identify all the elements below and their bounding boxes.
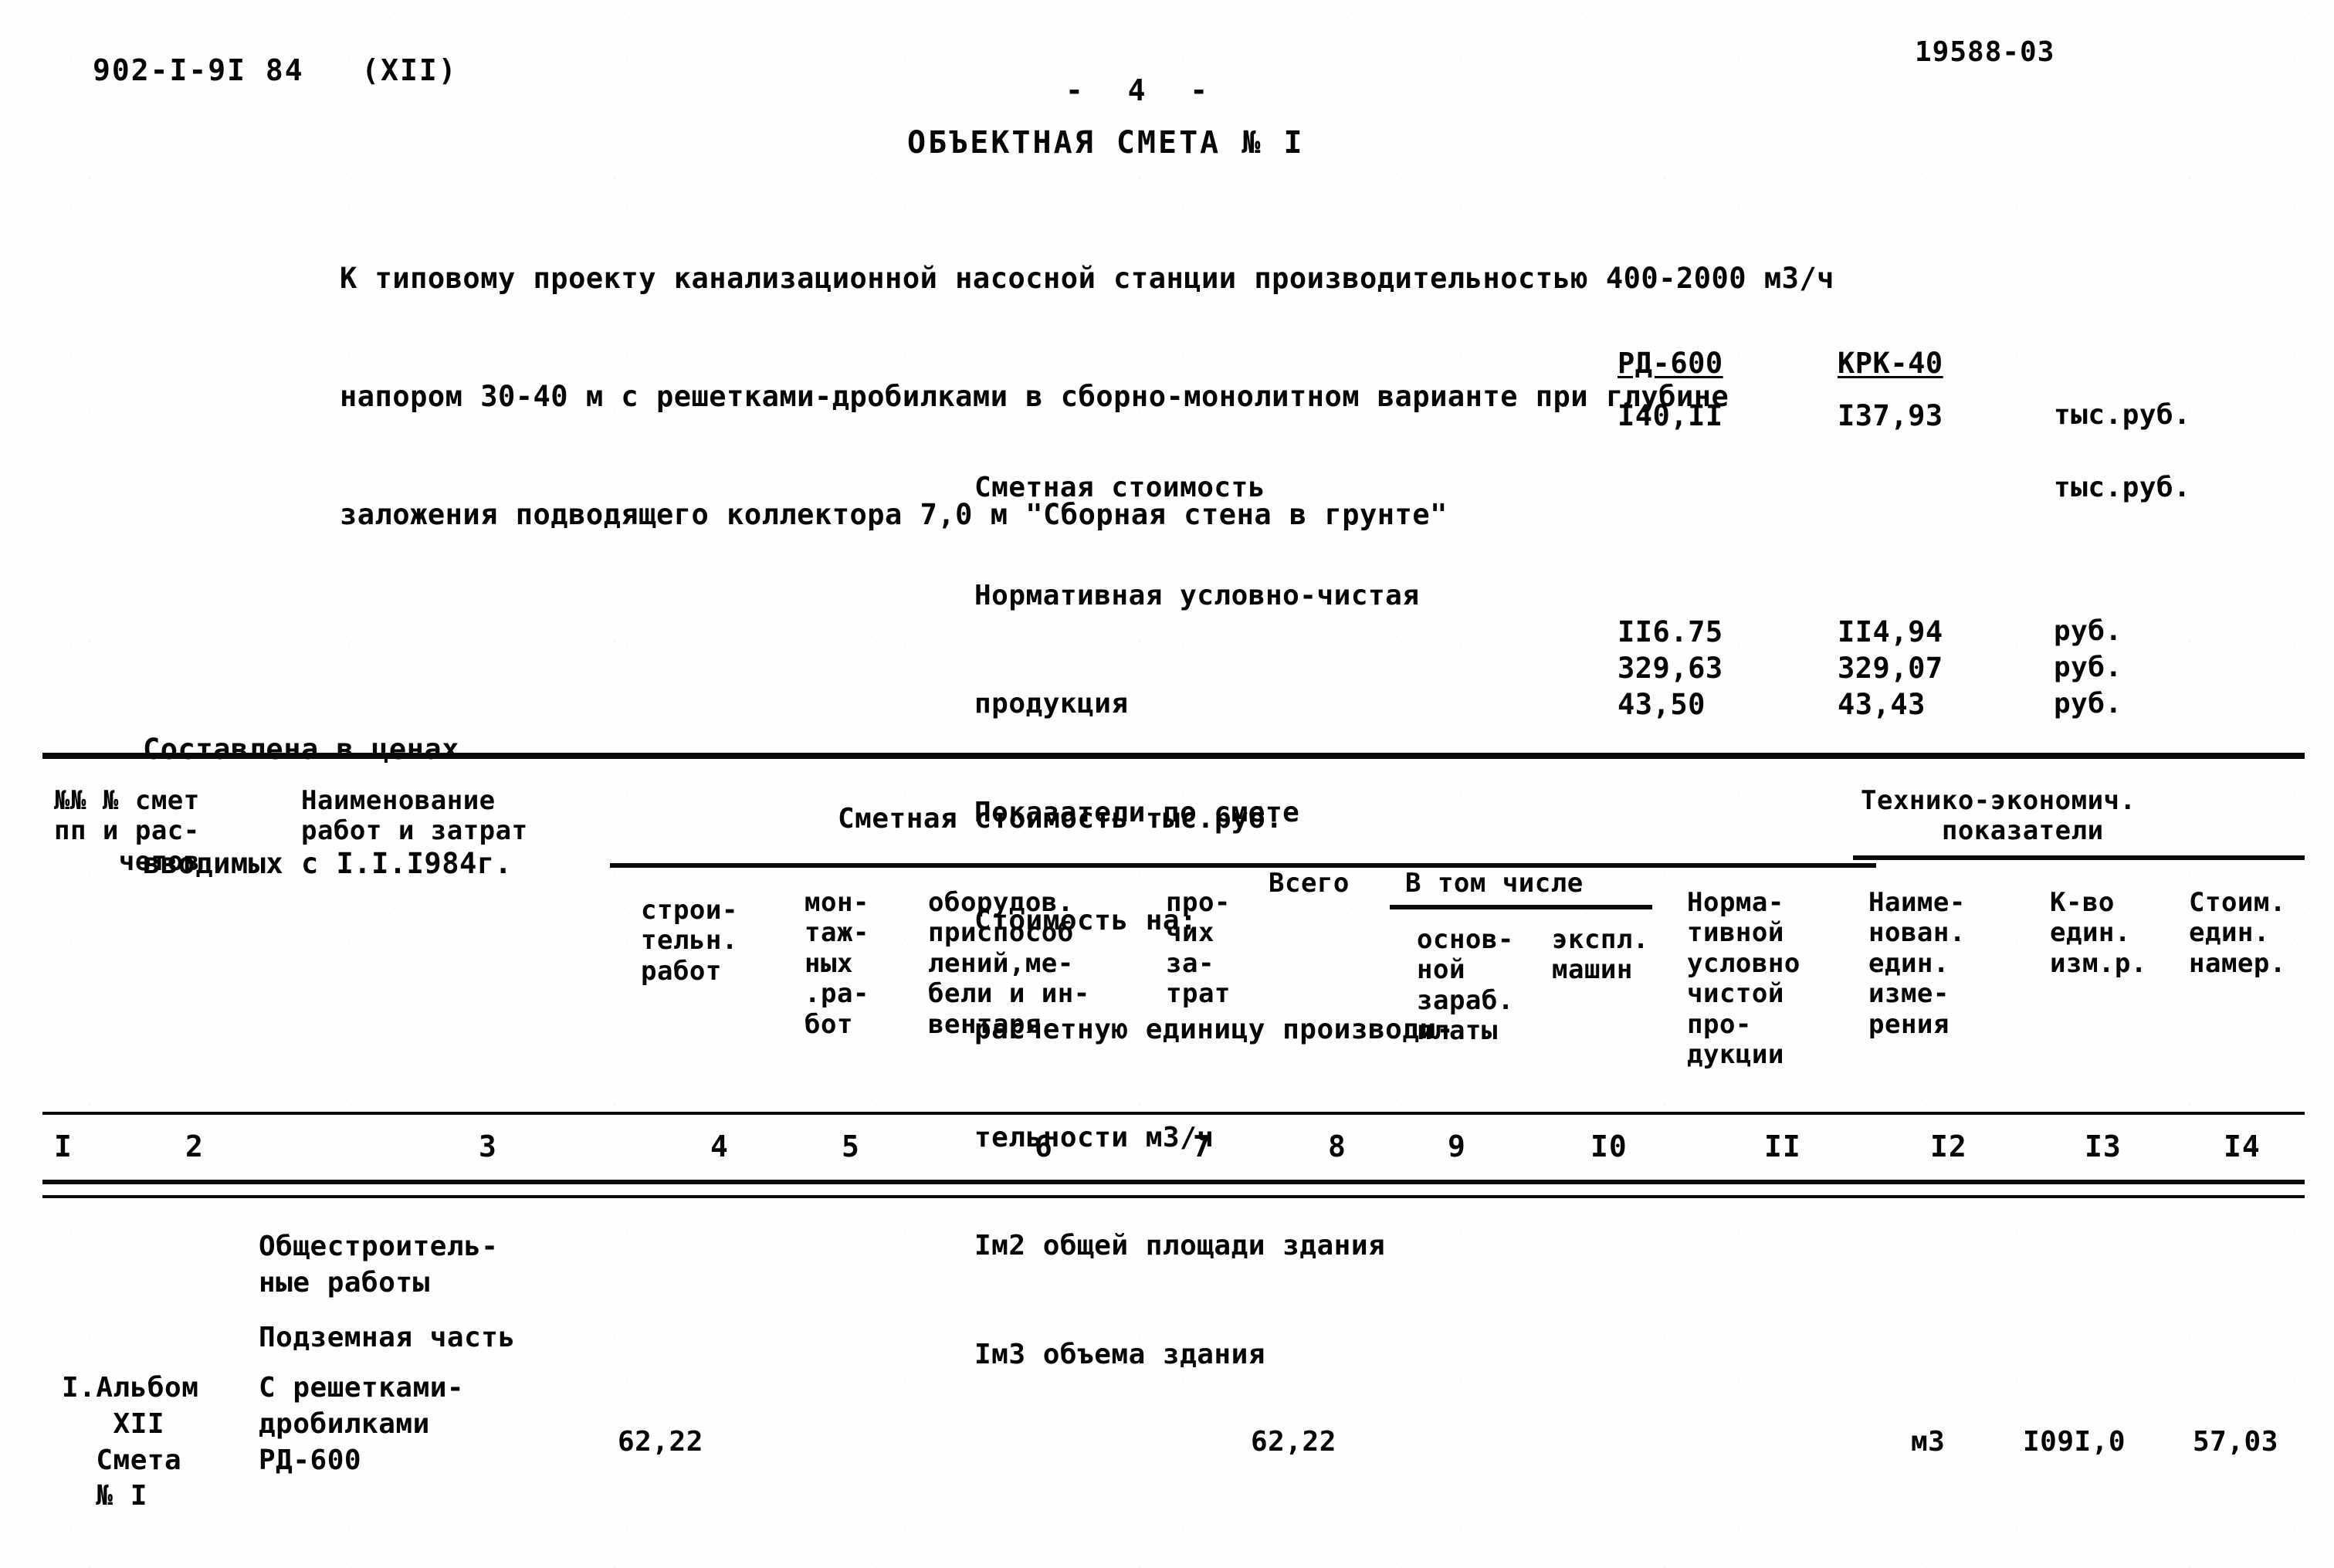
- column-number: I: [54, 1129, 73, 1163]
- indicator-label: Iм3 объема здания: [974, 1338, 1265, 1370]
- column-number: I4: [2224, 1129, 2261, 1163]
- table-colnum-bottom-border: [42, 1180, 2305, 1184]
- table-subheader-divider-right: [1853, 855, 2305, 860]
- table-header-col13: К-во един. изм.р.: [2050, 887, 2147, 979]
- sheet-code: 19588-03: [1915, 36, 2055, 68]
- indicator-value-krk40: 329,07: [1838, 652, 1943, 685]
- indicator-value-krk40: 43,43: [1838, 688, 1926, 721]
- table-colnum-top-border: [42, 1112, 2305, 1115]
- indicator-unit: тыс.руб.: [2054, 472, 2191, 503]
- indicator-value-rd600: 329,63: [1618, 652, 1723, 685]
- table-cell-tech-unit-cost: 57,03: [2193, 1426, 2278, 1458]
- table-row-reference: I.Альбом XII Смета № I: [62, 1372, 199, 1512]
- column-number: I0: [1590, 1129, 1628, 1163]
- indicator-value-krk40: II4,94: [1838, 615, 1943, 649]
- table-in-which-divider: [1390, 905, 1652, 909]
- table-header-col11: Норма- тивной условно чистой про- дукции: [1687, 887, 1800, 1071]
- indicator-value-rd600: II6.75: [1618, 615, 1723, 649]
- table-cell-tech-unit: м3: [1911, 1426, 1946, 1458]
- table-cell-construction-works: 62,22: [618, 1426, 703, 1458]
- table-row-subgroup-title: Подземная часть: [259, 1322, 516, 1353]
- indicator-unit: руб.: [2054, 615, 2122, 647]
- table-header-col2: Наименование работ и затрат: [301, 785, 528, 847]
- table-row-name: С решетками- дробилками РД-600: [259, 1372, 465, 1476]
- column-number: 6: [1035, 1129, 1053, 1163]
- indicator-unit: руб.: [2054, 652, 2122, 683]
- column-number: 2: [185, 1129, 204, 1163]
- table-subheader-divider-left: [610, 863, 1876, 868]
- document-code: 902-I-9I 84 (XII): [93, 53, 458, 87]
- table-header-col5: мон- таж- ных .ра- бот: [805, 887, 869, 1040]
- column-number: I2: [1930, 1129, 1967, 1163]
- indicator-unit: тыс.руб.: [2054, 399, 2191, 431]
- table-cell-tech-quantity: I09I,0: [2023, 1426, 2126, 1458]
- table-header-group-cost: Сметная стоимость тыс.руб.: [838, 803, 1283, 835]
- indicator-label: продукция: [974, 688, 1129, 720]
- table-cell-total: 62,22: [1251, 1426, 1336, 1458]
- intro-line-1: К типовому проекту канализационной насос…: [340, 262, 1834, 296]
- prices-note-line-1: Составлена в ценах: [143, 733, 459, 767]
- column-number: II: [1764, 1129, 1801, 1163]
- table-header-group-tech: Технико-экономич. показатели: [1861, 785, 2136, 847]
- table-header-col7: про- чих за- трат: [1166, 887, 1231, 1010]
- column-number: I3: [2085, 1129, 2122, 1163]
- page-title: ОБЪЕКТНАЯ СМЕТА № I: [907, 125, 1305, 161]
- column-number: 4: [710, 1129, 729, 1163]
- indicator-value-rd600: I40,II: [1618, 399, 1723, 432]
- table-header-col14: Стоим. един. намер.: [2189, 887, 2286, 979]
- table-header-col1: №№ № смет пп и рас- четов: [54, 785, 200, 877]
- indicator-value-krk40: I37,93: [1838, 399, 1943, 432]
- indicator-column-header-rd600: РД-600: [1618, 347, 1723, 380]
- column-number: 5: [842, 1129, 860, 1163]
- table-row-group-title: Общестроитель- ные работы: [259, 1231, 499, 1299]
- indicator-label: Нормативная условно-чистая: [974, 579, 1420, 611]
- column-number: 8: [1328, 1129, 1347, 1163]
- column-number: 3: [479, 1129, 497, 1163]
- table-header-col6: оборудов. приспособ лений,ме- бели и ин-…: [928, 887, 1090, 1040]
- indicator-unit: руб.: [2054, 688, 2122, 720]
- page-number: - 4 -: [1065, 73, 1211, 107]
- column-number: 9: [1448, 1129, 1466, 1163]
- table-header-col9: основ- ной зараб. платы: [1417, 924, 1514, 1047]
- table-header-col4: строи- тельн. работ: [641, 895, 738, 987]
- column-number: 7: [1193, 1129, 1211, 1163]
- table-top-border: [42, 753, 2305, 759]
- indicator-label: Iм2 общей площади здания: [974, 1230, 1386, 1262]
- table-header-col8: Всего: [1269, 868, 1350, 899]
- document-page: 902-I-9I 84 (XII) 19588-03 - 4 - ОБЪЕКТН…: [0, 0, 2334, 1568]
- table-body-top-border: [42, 1195, 2305, 1198]
- table-header-in-which-group: В том числе: [1405, 868, 1584, 899]
- table-header-col10: экспл. машин: [1552, 924, 1649, 986]
- indicator-label: Сметная стоимость: [974, 471, 1265, 503]
- indicator-value-rd600: 43,50: [1618, 688, 1706, 721]
- indicator-column-header-krk40: КРК-40: [1838, 347, 1943, 380]
- table-header-col12: Наиме- нован. един. изме- рения: [1868, 887, 1966, 1040]
